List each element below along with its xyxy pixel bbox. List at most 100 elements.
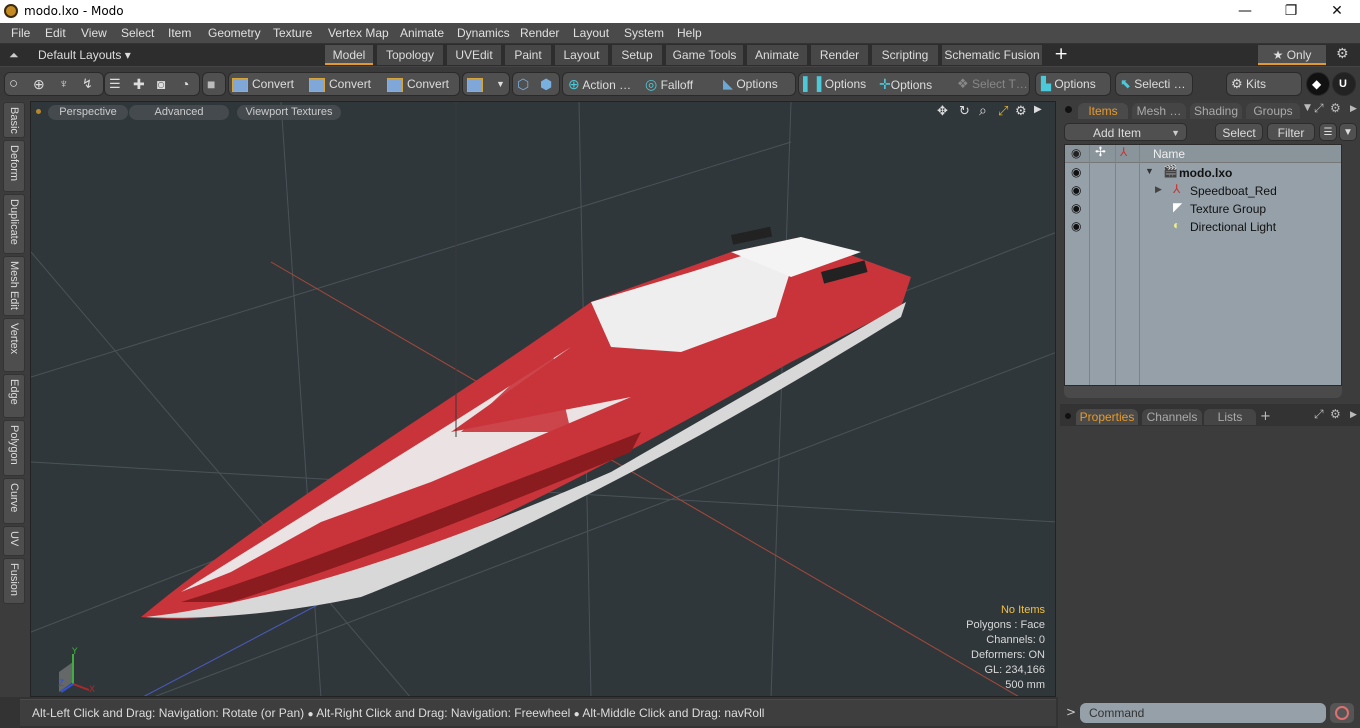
menu-item[interactable]: Item: [168, 26, 191, 40]
tab-deform[interactable]: Deform: [3, 140, 25, 192]
globe-icon[interactable]: ⊕: [33, 73, 45, 95]
selection-sets-button[interactable]: ⬉ Selecti …: [1120, 73, 1186, 95]
pen-icon[interactable]: ♆: [59, 73, 69, 95]
visibility-eye-icon[interactable]: ◉: [1071, 219, 1081, 233]
panel-settings-gear-icon[interactable]: ⚙: [1330, 101, 1341, 115]
tabs-overflow-dropdown-icon[interactable]: ▼: [1304, 103, 1311, 113]
tab-polygon[interactable]: Polygon: [3, 420, 25, 476]
close-button[interactable]: ✕: [1314, 0, 1360, 23]
menu-dynamics[interactable]: Dynamics: [457, 26, 510, 40]
panel-settings-gear-icon[interactable]: ⚙: [1330, 407, 1341, 421]
item-row[interactable]: ◉ ▼ 🎬 modo.lxo: [1065, 164, 1341, 182]
tab-paint[interactable]: Paint: [505, 45, 551, 65]
tab-edge[interactable]: Edge: [3, 374, 25, 418]
material-icon[interactable]: ◙: [157, 73, 165, 95]
menu-layout[interactable]: Layout: [573, 26, 609, 40]
workplane-icon[interactable]: ⬡: [517, 73, 529, 95]
menu-geometry[interactable]: Geometry: [208, 26, 261, 40]
pan-move-icon[interactable]: ✥: [937, 104, 948, 119]
select-through-button[interactable]: ❖ Select T…: [957, 73, 1028, 95]
items-list-scrollbar[interactable]: [1064, 386, 1342, 398]
rotate-view-icon[interactable]: ↻: [959, 104, 970, 119]
command-input[interactable]: Command: [1080, 703, 1326, 723]
expand-triangle-icon[interactable]: ▶: [1155, 184, 1162, 195]
tab-basic[interactable]: Basic: [3, 102, 25, 138]
minimize-button[interactable]: —: [1222, 0, 1268, 23]
tab-schematic-fusion[interactable]: Schematic Fusion: [942, 45, 1042, 65]
tab-mesh[interactable]: Mesh …: [1132, 103, 1186, 119]
menu-animate[interactable]: Animate: [400, 26, 444, 40]
convert-button-2[interactable]: Convert: [309, 73, 371, 95]
default-layouts-dropdown[interactable]: Default Layouts ▾: [38, 48, 131, 62]
convert-button-3[interactable]: Convert: [387, 73, 449, 95]
falloff-options-button[interactable]: ◣ Options: [723, 73, 778, 95]
tab-model[interactable]: Model: [325, 45, 373, 65]
collapse-up-icon[interactable]: ⏶: [9, 48, 19, 63]
maximize-button[interactable]: ❐: [1268, 0, 1314, 23]
panel-expand-arrow-icon[interactable]: ▶: [1350, 104, 1357, 114]
symmetry-options-button[interactable]: ▌▐ Options: [803, 73, 866, 95]
tab-items[interactable]: Items: [1078, 103, 1128, 119]
add-item-dropdown-icon[interactable]: ▼: [1171, 124, 1180, 142]
workplane-options-button[interactable]: ▙ Options: [1041, 73, 1096, 95]
item-row[interactable]: ◉ ◤ Texture Group: [1065, 200, 1341, 218]
convert-button-1[interactable]: Convert: [232, 73, 294, 95]
name-column-header[interactable]: Name: [1153, 147, 1185, 161]
visibility-eye-icon[interactable]: ◉: [1071, 165, 1081, 179]
viewport-settings-gear-icon[interactable]: ⚙: [1015, 104, 1027, 119]
filter-button[interactable]: Filter: [1267, 123, 1315, 141]
panel-maximize-icon[interactable]: ⤢: [1314, 407, 1324, 422]
tab-mesh-edit[interactable]: Mesh Edit: [3, 256, 25, 316]
maximize-viewport-icon[interactable]: ⤢: [998, 104, 1008, 119]
convert-item-button[interactable]: [467, 73, 483, 95]
edges-icon[interactable]: ☰: [109, 73, 121, 95]
tab-groups[interactable]: Groups: [1246, 103, 1300, 119]
menu-vertex-map[interactable]: Vertex Map: [328, 26, 389, 40]
tab-channels[interactable]: Channels: [1142, 409, 1202, 425]
menu-select[interactable]: Select: [121, 26, 154, 40]
falloff-button[interactable]: ◎ Falloff: [645, 73, 693, 95]
tab-uv[interactable]: UV: [3, 526, 25, 556]
tab-shading[interactable]: Shading: [1190, 103, 1242, 119]
tab-lists[interactable]: Lists: [1204, 409, 1256, 425]
tab-uvedit[interactable]: UVEdit: [447, 45, 501, 65]
cube-button[interactable]: ■: [202, 72, 226, 96]
layout-settings-gear-icon[interactable]: ⚙: [1336, 46, 1349, 62]
3d-viewport[interactable]: Y X Z Perspective Advanced Viewport Text…: [30, 101, 1056, 697]
panel-expand-arrow-icon[interactable]: ▶: [1350, 410, 1357, 420]
menu-texture[interactable]: Texture: [273, 26, 312, 40]
visibility-eye-icon[interactable]: ◉: [1071, 201, 1081, 215]
collapse-triangle-icon[interactable]: ▼: [1145, 166, 1154, 176]
command-history-button[interactable]: [1330, 703, 1354, 723]
add-tab-button[interactable]: +: [1260, 409, 1271, 424]
menu-file[interactable]: File: [11, 26, 30, 40]
tab-curve[interactable]: Curve: [3, 478, 25, 524]
item-row[interactable]: ◉ ▶ ⅄ Speedboat_Red: [1065, 182, 1341, 200]
tab-vertex[interactable]: Vertex: [3, 318, 25, 372]
filter-funnel-icon[interactable]: ▼: [1339, 123, 1357, 141]
tab-animate[interactable]: Animate: [747, 45, 807, 65]
list-options-icon[interactable]: ☰: [1319, 123, 1337, 141]
viewport-expand-arrow-icon[interactable]: ▶: [1034, 104, 1042, 115]
zoom-magnifier-icon[interactable]: ⌕: [979, 103, 987, 119]
chevron-down-icon[interactable]: ▼: [496, 73, 505, 95]
vertex-select-icon[interactable]: ○: [9, 73, 18, 95]
viewport-textures-menu[interactable]: Viewport Textures: [237, 105, 341, 120]
tab-game-tools[interactable]: Game Tools: [666, 45, 743, 65]
perspective-menu[interactable]: Perspective: [48, 105, 128, 120]
curve-tool-icon[interactable]: ↯: [82, 73, 93, 95]
menu-view[interactable]: View: [81, 26, 107, 40]
tab-render[interactable]: Render: [811, 45, 868, 65]
menu-render[interactable]: Render: [520, 26, 559, 40]
menu-help[interactable]: Help: [677, 26, 702, 40]
advanced-menu[interactable]: Advanced: [129, 105, 229, 120]
item-row[interactable]: ◉ ◐ Directional Light: [1065, 218, 1341, 236]
tab-duplicate[interactable]: Duplicate: [3, 194, 25, 254]
tab-layout[interactable]: Layout: [555, 45, 608, 65]
menu-edit[interactable]: Edit: [45, 26, 66, 40]
snap-icon[interactable]: ⬢: [540, 73, 552, 95]
panel-maximize-icon[interactable]: ⤢: [1314, 101, 1324, 116]
items-icon[interactable]: ◔: [181, 73, 189, 95]
select-button[interactable]: Select: [1215, 123, 1263, 141]
tab-properties[interactable]: Properties: [1076, 409, 1138, 425]
